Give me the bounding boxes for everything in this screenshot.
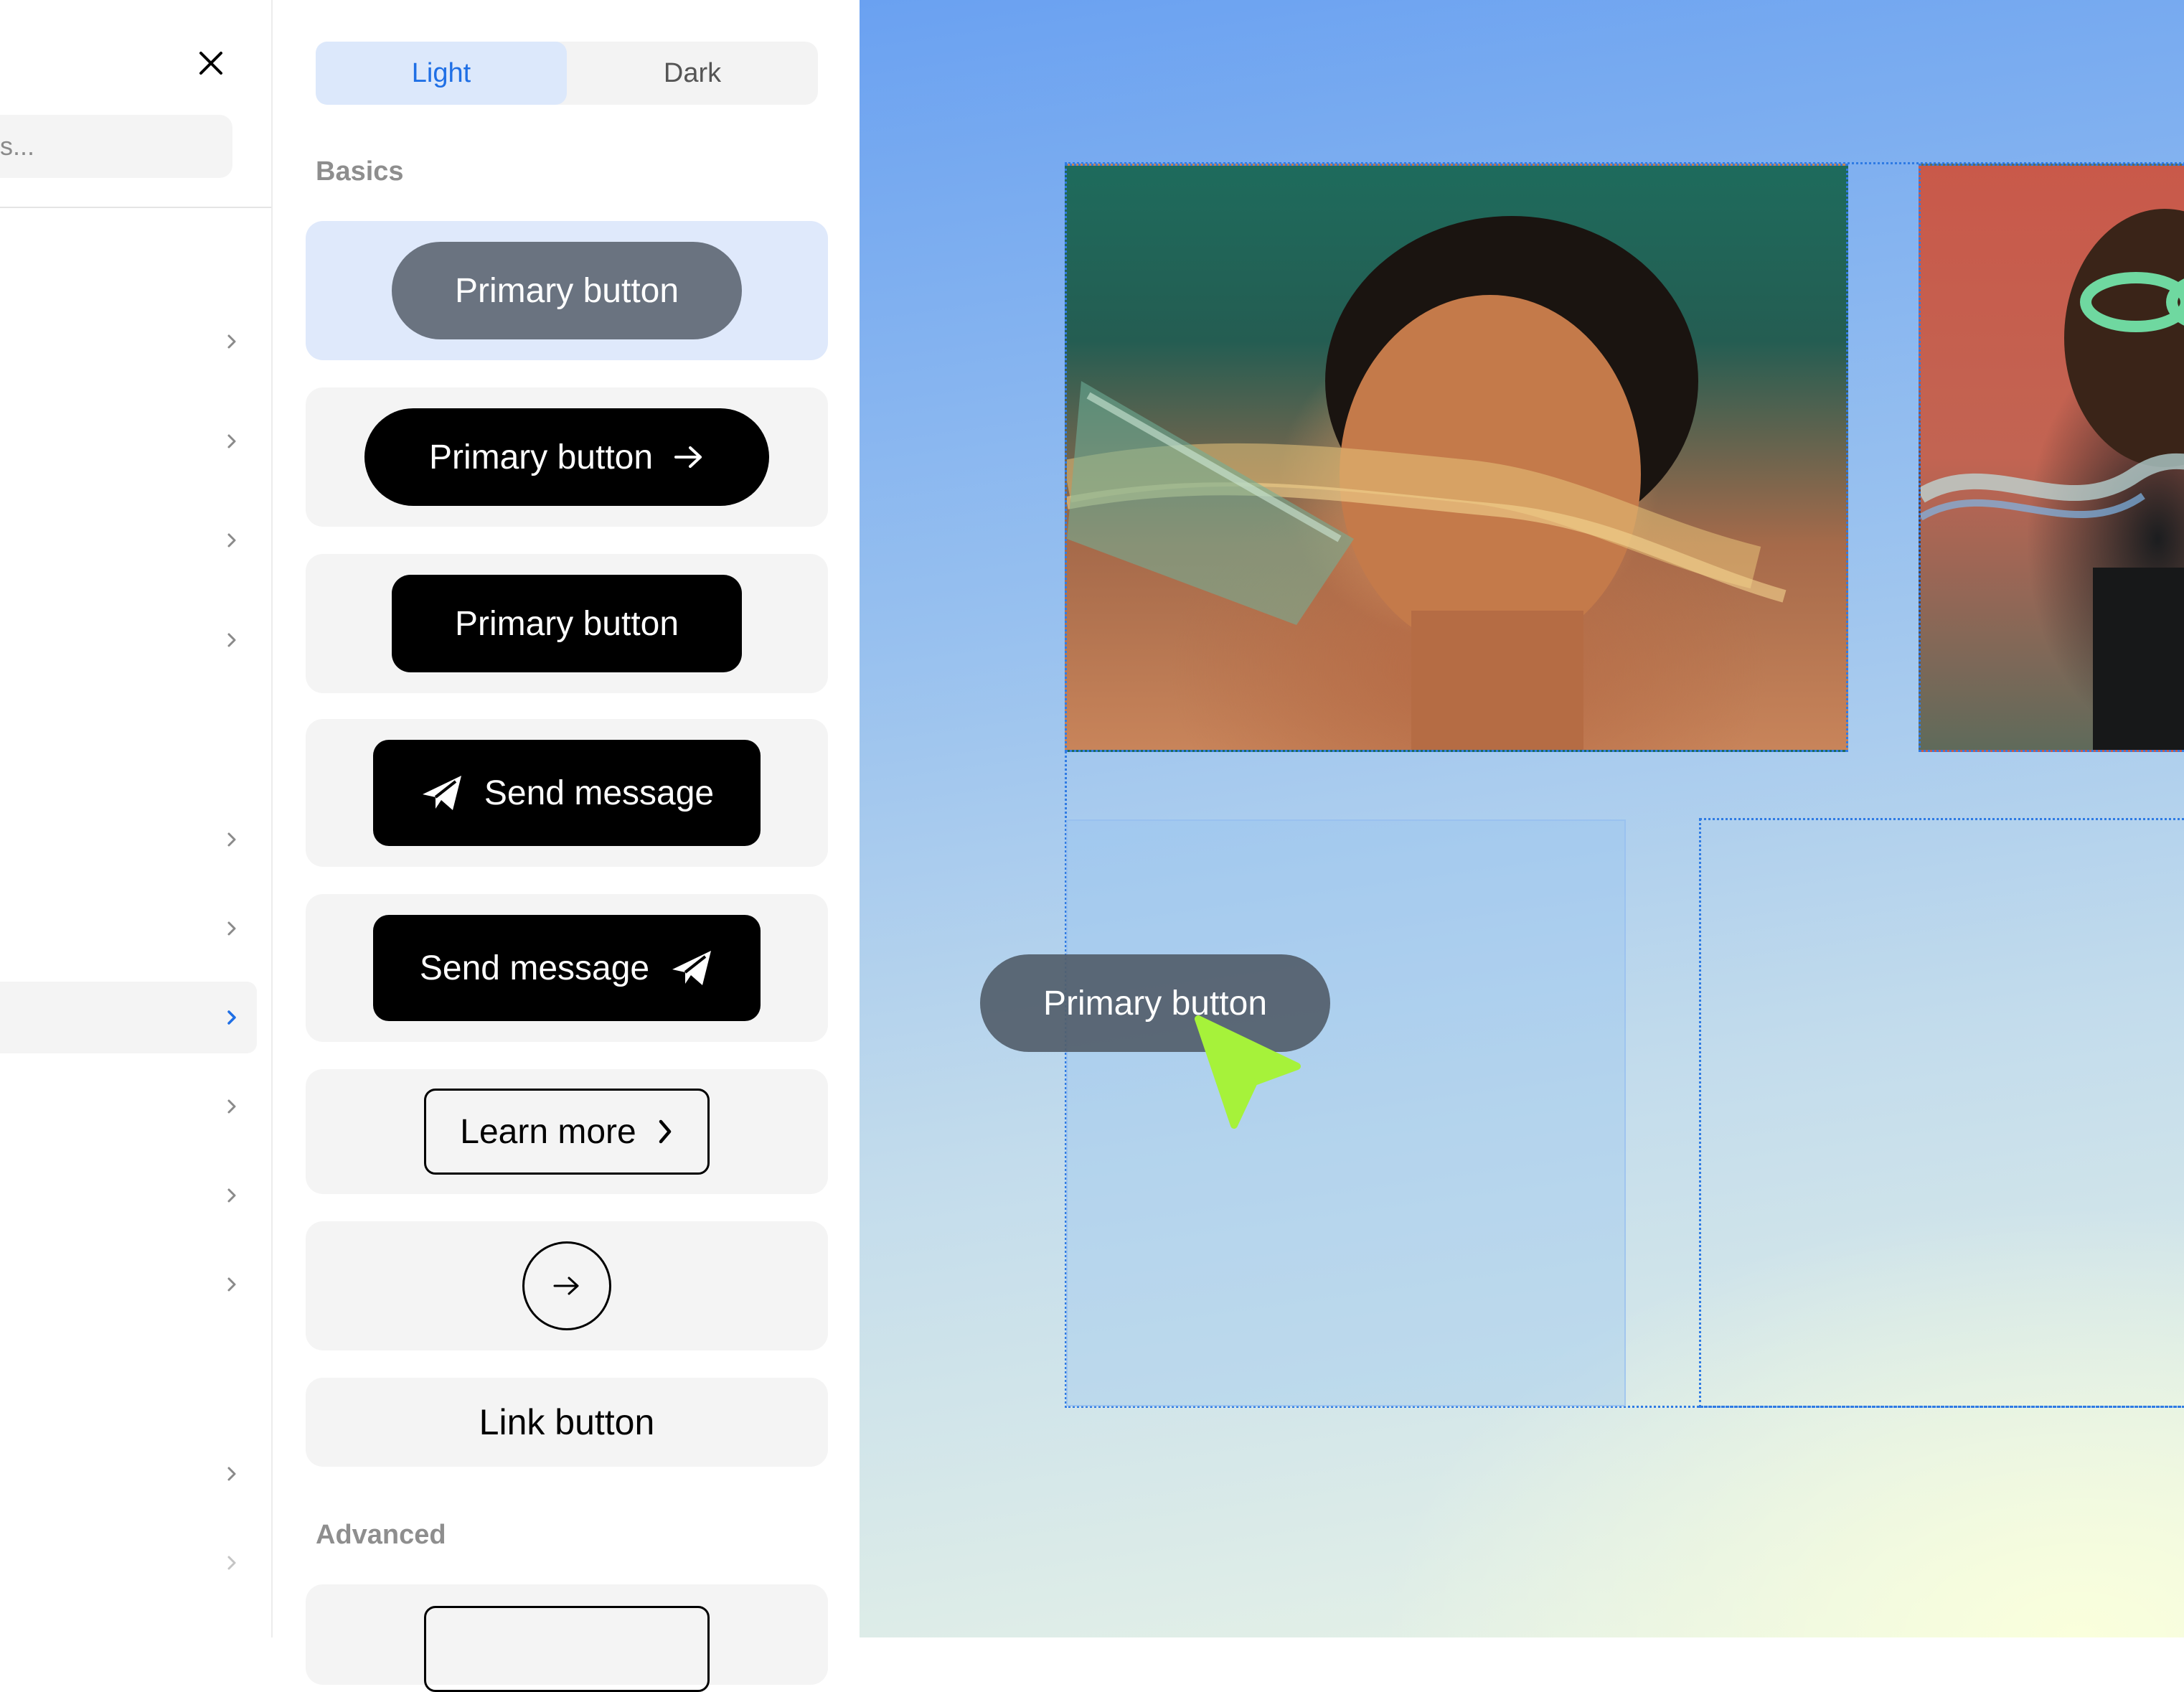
portrait-illustration xyxy=(1921,209,2184,750)
component-card-primary-rect[interactable]: Primary button xyxy=(306,554,828,693)
nav-item[interactable] xyxy=(0,306,257,377)
empty-frame-outline[interactable] xyxy=(1699,818,2184,1408)
arrow-right-icon xyxy=(553,1277,579,1295)
component-panel: Light Dark Basics Primary button Primary… xyxy=(273,0,858,1692)
search-input[interactable] xyxy=(0,115,227,178)
chevron-right-icon xyxy=(224,432,240,451)
component-card-primary-gray[interactable]: Primary button xyxy=(306,221,828,360)
component-card-icon-button[interactable] xyxy=(306,1221,828,1350)
chevron-right-icon xyxy=(224,919,240,938)
nav-item[interactable] xyxy=(0,1438,257,1510)
nav-item[interactable] xyxy=(0,804,257,875)
send-icon xyxy=(422,776,461,810)
chevron-right-icon xyxy=(224,1275,240,1294)
portrait-illustration xyxy=(1067,216,1787,750)
advanced-button-preview[interactable] xyxy=(424,1606,710,1692)
nav-item[interactable] xyxy=(0,1249,257,1320)
circle-arrow-button-preview[interactable] xyxy=(522,1241,611,1330)
send-message-icon-right-button-preview[interactable]: Send message xyxy=(373,915,761,1021)
chevron-right-icon xyxy=(224,1465,240,1483)
nav-item[interactable] xyxy=(0,1071,257,1142)
send-icon xyxy=(672,951,712,985)
button-label: Link button xyxy=(479,1402,655,1442)
button-label: Send message xyxy=(484,774,715,812)
empty-frame-tile[interactable] xyxy=(1066,819,1626,1406)
learn-more-button-preview[interactable]: Learn more xyxy=(424,1089,710,1175)
chevron-right-icon xyxy=(224,830,240,849)
nav-item-active[interactable] xyxy=(0,982,257,1053)
component-card-send-right[interactable]: Send message xyxy=(306,894,828,1042)
arrow-right-icon xyxy=(674,446,702,468)
link-button-preview[interactable]: Link button xyxy=(479,1401,655,1443)
nav-item[interactable] xyxy=(0,504,257,576)
component-card-advanced[interactable] xyxy=(306,1584,828,1692)
send-message-button-preview[interactable]: Send message xyxy=(373,740,761,846)
design-canvas[interactable]: Primary button xyxy=(860,0,2184,1637)
close-icon xyxy=(199,52,222,75)
button-label: Primary button xyxy=(428,438,654,476)
navigation-panel xyxy=(0,0,273,1637)
search-field[interactable] xyxy=(0,115,232,178)
chevron-right-icon xyxy=(224,1186,240,1205)
chevron-right-icon xyxy=(659,1119,671,1144)
nav-item[interactable] xyxy=(0,893,257,964)
primary-rect-button-preview[interactable]: Primary button xyxy=(392,575,742,672)
nav-item[interactable] xyxy=(0,1527,257,1599)
nav-item[interactable] xyxy=(0,604,257,676)
primary-button-preview[interactable]: Primary button xyxy=(392,242,742,339)
section-label-advanced: Advanced xyxy=(316,1520,446,1550)
button-label: Learn more xyxy=(460,1112,636,1151)
primary-arrow-button-preview[interactable]: Primary button xyxy=(364,408,769,506)
close-button[interactable] xyxy=(192,44,230,82)
button-label: Send message xyxy=(419,949,650,987)
chevron-right-icon xyxy=(224,631,240,649)
chevron-right-icon xyxy=(224,1008,240,1027)
theme-toggle: Light Dark xyxy=(316,42,818,105)
nav-item[interactable] xyxy=(0,1160,257,1231)
chevron-right-icon xyxy=(224,531,240,550)
component-card-primary-arrow[interactable]: Primary button xyxy=(306,387,828,527)
chevron-right-icon xyxy=(224,1554,240,1572)
button-label: Primary button xyxy=(454,271,679,310)
nav-divider xyxy=(0,207,271,208)
section-label-basics: Basics xyxy=(316,156,404,187)
component-card-send-left[interactable]: Send message xyxy=(306,719,828,867)
button-label: Primary button xyxy=(454,604,679,643)
chevron-right-icon xyxy=(224,1097,240,1116)
portrait-image-water[interactable] xyxy=(1065,164,1848,752)
theme-dark-option[interactable]: Dark xyxy=(567,42,818,105)
portrait-image-sunglasses[interactable] xyxy=(1919,164,2184,752)
pointer-cursor-icon xyxy=(1195,1015,1301,1129)
component-card-link-button[interactable]: Link button xyxy=(306,1378,828,1467)
chevron-right-icon xyxy=(224,332,240,351)
nav-item[interactable] xyxy=(0,405,257,477)
theme-light-option[interactable]: Light xyxy=(316,42,567,105)
component-card-learn-more[interactable]: Learn more xyxy=(306,1069,828,1194)
